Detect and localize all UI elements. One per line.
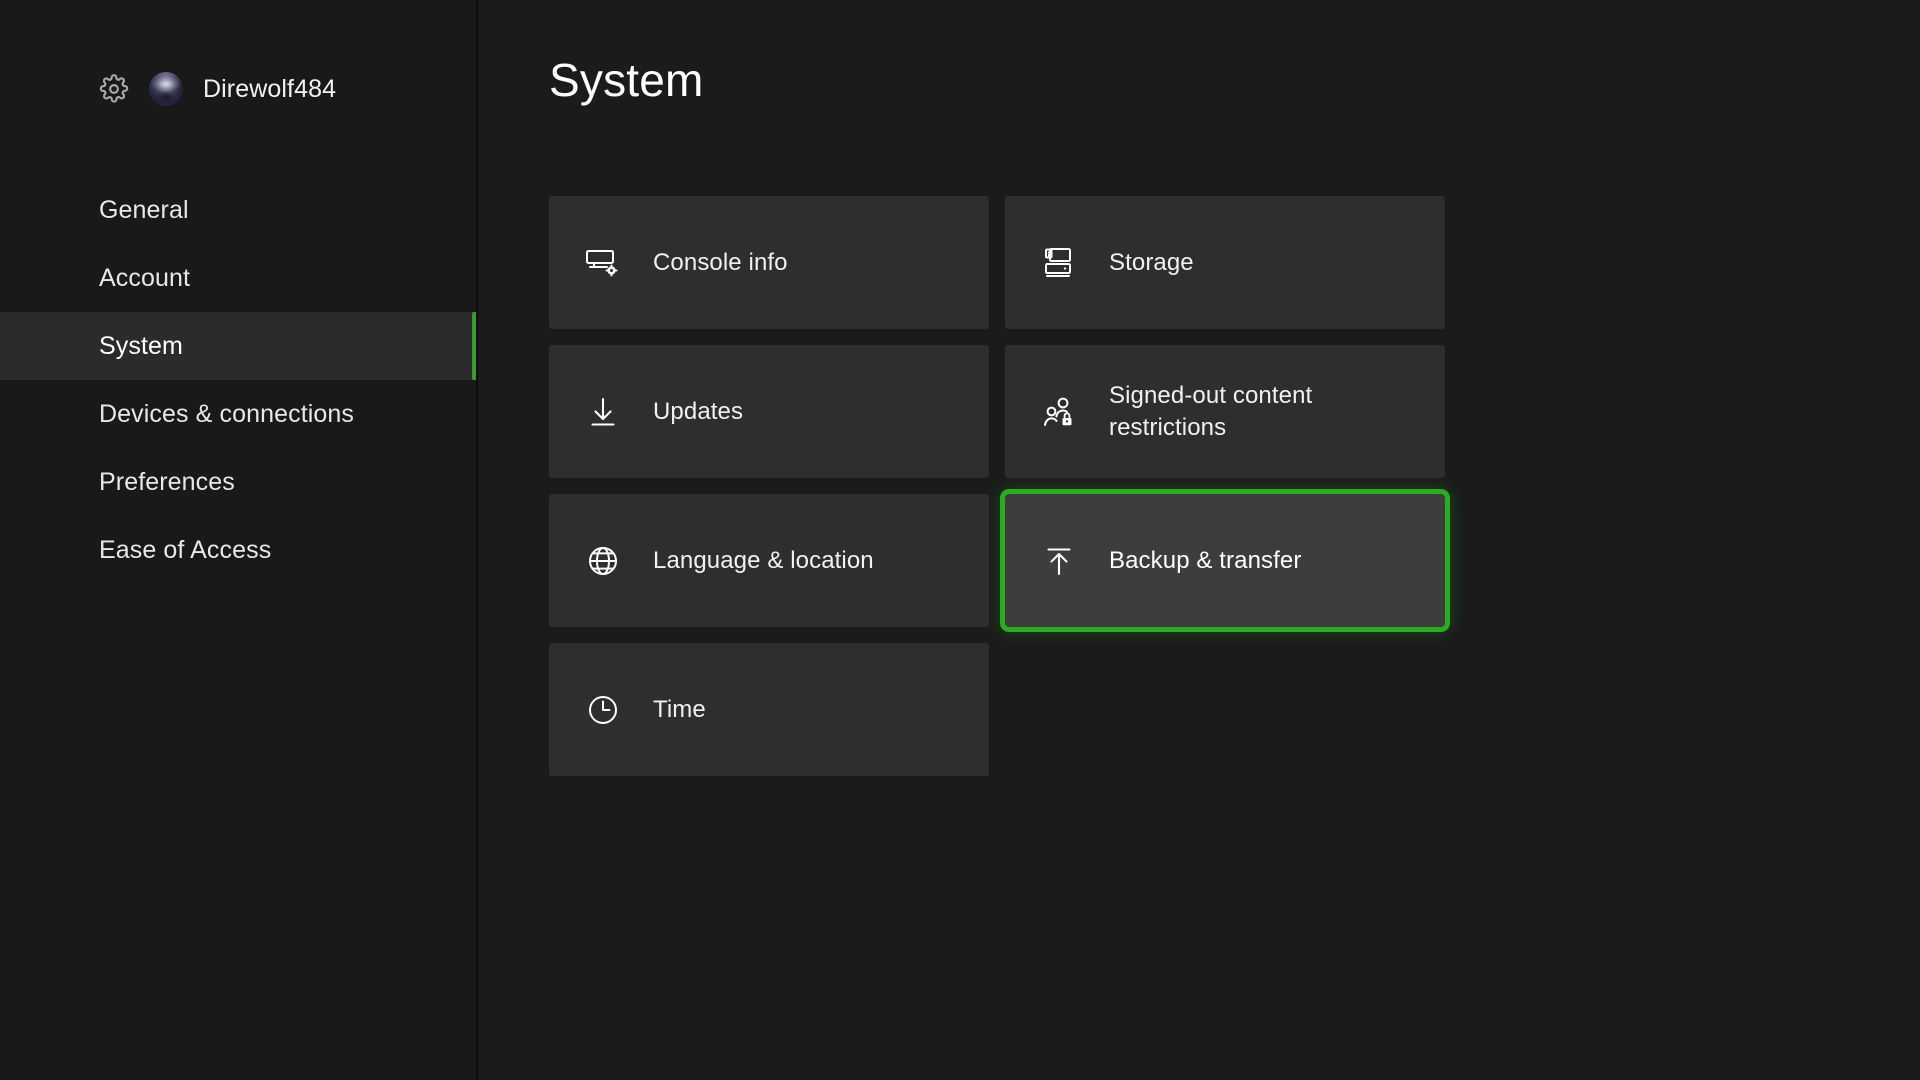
tile-label: Time [653,695,706,723]
tile-row: Console info Storage [549,196,1454,329]
storage-drive-icon [1039,243,1079,283]
tile-label: Console info [653,248,788,276]
profile-header[interactable]: Direwolf484 [0,0,478,106]
tile-row: Time [549,643,1454,776]
sidebar-item-general[interactable]: General [0,176,478,244]
tile-backup-transfer[interactable]: Backup & transfer [1005,494,1445,627]
gamertag-label: Direwolf484 [203,74,337,103]
xbox-settings-screen: Direwolf484 General Account System Devic… [0,0,1920,1080]
upload-arrow-icon [1039,541,1079,581]
sidebar-item-ease-of-access[interactable]: Ease of Access [0,516,478,584]
tile-label: Signed-out content restrictions [1109,382,1313,441]
sidebar-item-preferences[interactable]: Preferences [0,448,478,516]
sidebar-item-label: Ease of Access [99,535,272,564]
tile-language-location[interactable]: Language & location [549,494,989,627]
tile-label: Updates [653,397,744,425]
sidebar-item-system[interactable]: System [0,312,478,380]
tile-row: Language & location Backup & transfer [549,494,1454,627]
console-settings-icon [583,243,623,283]
settings-tile-grid: Console info Storage Updates Signed-out … [549,196,1454,792]
tile-row: Updates Signed-out content restrictions [549,345,1454,478]
gear-icon [99,74,129,104]
sidebar-item-label: Devices & connections [99,399,355,428]
tile-label: Language & location [653,546,874,574]
tile-console-info[interactable]: Console info [549,196,989,329]
sidebar-item-label: System [99,331,183,360]
sidebar-item-devices-connections[interactable]: Devices & connections [0,380,478,448]
tile-label: Storage [1109,248,1194,276]
tile-time[interactable]: Time [549,643,989,776]
people-lock-icon [1039,392,1079,432]
sidebar-item-label: Preferences [99,467,235,496]
tile-updates[interactable]: Updates [549,345,989,478]
sidebar-item-label: General [99,195,189,224]
tile-signed-out-content-restrictions[interactable]: Signed-out content restrictions [1005,345,1445,478]
sidebar-item-account[interactable]: Account [0,244,478,312]
tile-label: Backup & transfer [1109,546,1302,574]
sidebar-nav: General Account System Devices & connect… [0,176,478,584]
globe-icon [583,541,623,581]
clock-icon [583,690,623,730]
sidebar: Direwolf484 General Account System Devic… [0,0,478,1080]
page-title: System [549,54,704,106]
main-content: System Console info Storage Updates Sign… [478,0,1920,1080]
avatar [149,72,183,106]
tile-storage[interactable]: Storage [1005,196,1445,329]
download-arrow-icon [583,392,623,432]
sidebar-item-label: Account [99,263,191,292]
